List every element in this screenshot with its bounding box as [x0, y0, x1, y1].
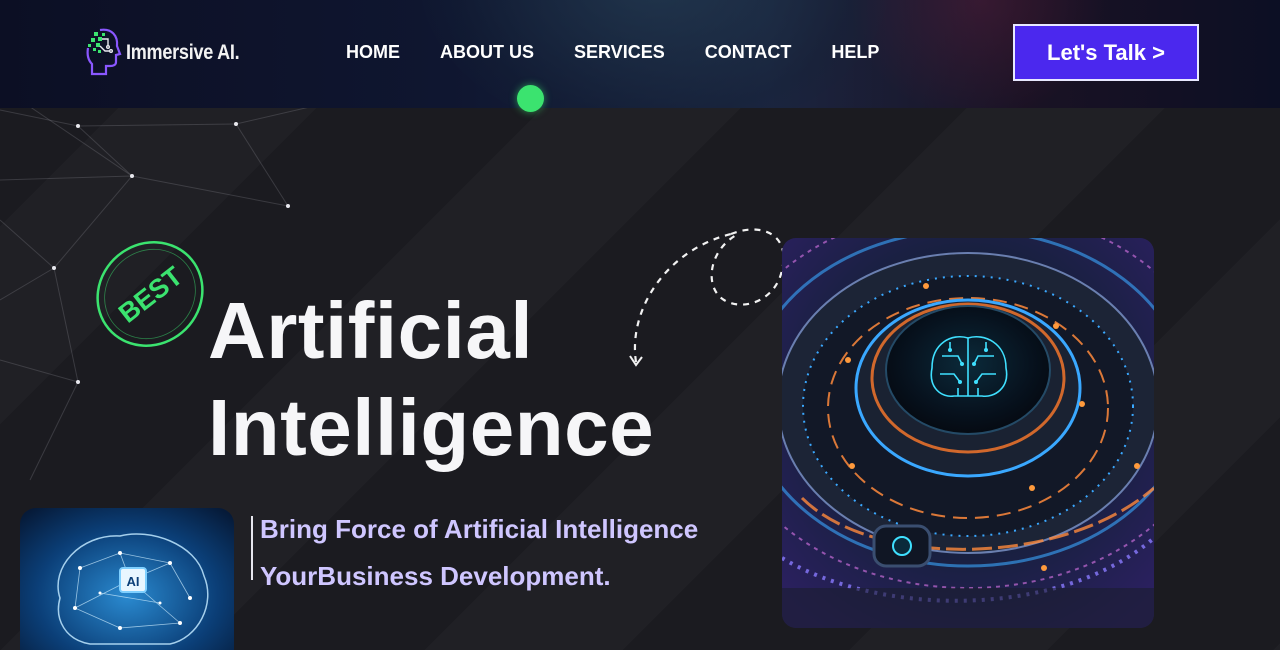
hero-tagline: Bring Force of Artificial Intelligence Y…	[260, 506, 698, 600]
brand-name: Immersive AI.	[126, 41, 240, 64]
main-nav: HOME ABOUT US SERVICES CONTACT HELP	[346, 42, 919, 63]
active-nav-indicator-dot	[517, 85, 544, 112]
ai-circuit-brain-image	[782, 238, 1154, 628]
best-badge: BEST	[96, 241, 204, 347]
brand-logo[interactable]: Immersive AI.	[84, 24, 258, 82]
ai-chip-label: AI	[127, 574, 140, 589]
hero-tagline-line1: Bring Force of Artificial Intelligence	[260, 514, 699, 544]
nav-item-home[interactable]: HOME	[346, 42, 400, 63]
ai-brain-image: AI	[20, 508, 234, 650]
nav-item-services[interactable]: SERVICES	[574, 42, 665, 63]
ai-circuit-brain-illustration	[782, 238, 1154, 628]
ai-brain-illustration: AI	[20, 508, 234, 650]
head-circuit-icon	[86, 28, 122, 76]
nav-item-about-us[interactable]: ABOUT US	[440, 42, 534, 63]
dashed-arrow-decoration	[629, 228, 785, 367]
hero-title-line1: Artificial	[208, 286, 534, 375]
nav-item-contact[interactable]: CONTACT	[705, 42, 792, 63]
hero-title: Artificial Intelligence	[208, 282, 654, 476]
hero-tagline-line2: YourBusiness Development.	[260, 561, 611, 591]
tagline-divider	[251, 516, 253, 580]
badge-label: BEST	[113, 260, 189, 328]
lets-talk-button[interactable]: Let's Talk >	[1013, 24, 1199, 81]
site-header: Immersive AI. HOME ABOUT US SERVICES CON…	[0, 0, 1280, 108]
hero-title-line2: Intelligence	[208, 383, 655, 472]
nav-item-help[interactable]: HELP	[831, 42, 879, 63]
